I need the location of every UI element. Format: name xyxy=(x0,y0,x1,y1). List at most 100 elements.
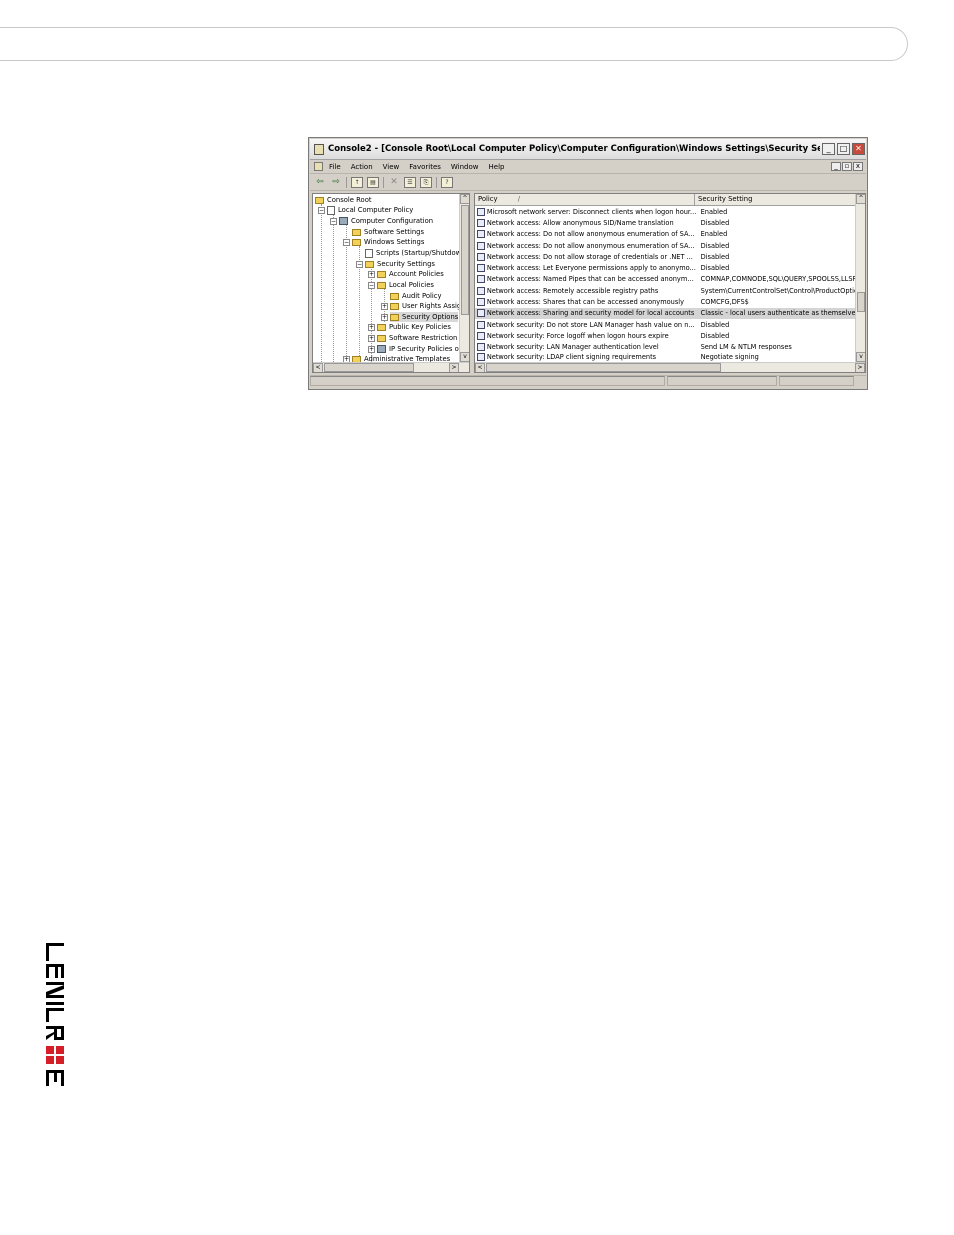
table-row[interactable]: Network access: Do not allow anonymous e… xyxy=(475,229,856,240)
expand-toggle[interactable]: + xyxy=(368,346,375,353)
table-row[interactable]: Network security: Force logoff when logo… xyxy=(475,330,856,341)
security-setting-value: Negotiate signing xyxy=(700,352,759,361)
console-tree-pane[interactable]: Console Root − Local Computer Policy − C… xyxy=(312,193,470,373)
export-list-icon[interactable]: ⎘ xyxy=(420,177,432,188)
menu-window[interactable]: Window xyxy=(451,163,479,171)
tree-node-local-policies[interactable]: Local Policies xyxy=(377,280,434,290)
collapse-toggle[interactable]: − xyxy=(330,218,337,225)
list-vertical-scrollbar[interactable]: ^ v xyxy=(855,194,865,362)
sort-indicator-icon: / xyxy=(517,195,521,203)
expand-toggle[interactable]: + xyxy=(381,314,388,321)
table-row[interactable]: Network access: Named Pipes that can be … xyxy=(475,274,856,285)
list-horizontal-scrollbar[interactable]: < > xyxy=(475,362,865,372)
up-folder-icon[interactable]: ↑ xyxy=(351,177,363,188)
tree-node-audit-policy[interactable]: Audit Policy xyxy=(390,291,442,301)
table-row[interactable]: Network access: Shares that can be acces… xyxy=(475,296,856,307)
table-row[interactable]: Microsoft network server: Disconnect cli… xyxy=(475,206,856,217)
scroll-thumb[interactable] xyxy=(324,363,414,372)
table-row[interactable]: Network access: Allow anonymous SID/Name… xyxy=(475,217,856,228)
policy-name: Network access: Let Everyone permissions… xyxy=(486,264,696,273)
security-setting-value: System\CurrentControlSet\Control\Product… xyxy=(700,286,856,295)
tree-guide-line xyxy=(333,214,334,364)
policy-list-pane[interactable]: Policy / Security Setting Microsoft netw… xyxy=(474,193,866,373)
tree-node-local-computer-policy[interactable]: Local Computer Policy xyxy=(327,205,413,215)
policy-icon xyxy=(477,320,485,329)
expand-toggle[interactable]: + xyxy=(368,271,375,278)
scroll-left-button[interactable]: < xyxy=(313,363,323,372)
collapse-toggle[interactable]: − xyxy=(368,282,375,289)
folder-icon xyxy=(377,323,386,331)
security-setting-value: Enabled xyxy=(700,207,728,216)
console-tree-icon[interactable]: ▤ xyxy=(367,177,379,188)
console-menu-icon[interactable] xyxy=(314,162,323,171)
list-header: Policy / Security Setting xyxy=(475,194,858,206)
back-icon[interactable]: ⇦ xyxy=(314,177,326,188)
menu-action[interactable]: Action xyxy=(351,163,373,171)
fortinet-logo xyxy=(46,943,64,1086)
tree-node-security-settings[interactable]: Security Settings xyxy=(365,259,435,269)
expand-toggle[interactable]: + xyxy=(368,335,375,342)
table-row-selected[interactable]: Network access: Sharing and security mod… xyxy=(475,307,856,319)
tree-vertical-scrollbar[interactable]: ^ v xyxy=(459,194,469,362)
tree-node-console-root[interactable]: Console Root xyxy=(315,195,372,205)
collapse-toggle[interactable]: − xyxy=(356,261,363,268)
toolbar: ⇦ ⇨ ↑ ▤ ✕ ☰ ⎘ ? xyxy=(310,175,866,191)
tree-node-software-restriction-policies[interactable]: Software Restriction Policies xyxy=(377,333,469,343)
collapse-toggle[interactable]: − xyxy=(343,239,350,246)
column-header-policy[interactable]: Policy / xyxy=(475,194,695,205)
tree-node-label: Computer Configuration xyxy=(351,217,434,225)
tree-horizontal-scrollbar[interactable]: < > xyxy=(313,362,469,372)
mmc-app-icon xyxy=(314,143,324,155)
scroll-thumb[interactable] xyxy=(461,205,469,315)
tree-node-public-key-policies[interactable]: Public Key Policies xyxy=(377,322,451,332)
scroll-left-button[interactable]: < xyxy=(475,363,485,372)
scroll-up-button[interactable]: ^ xyxy=(460,194,469,204)
collapse-toggle[interactable]: − xyxy=(318,207,325,214)
menu-view[interactable]: View xyxy=(383,163,400,171)
help-icon[interactable]: ? xyxy=(441,177,453,188)
delete-icon[interactable]: ✕ xyxy=(388,177,400,188)
status-bar xyxy=(310,375,866,388)
tree-node-account-policies[interactable]: Account Policies xyxy=(377,269,444,279)
tree-node-windows-settings[interactable]: Windows Settings xyxy=(352,237,424,247)
forward-icon[interactable]: ⇨ xyxy=(330,177,342,188)
menu-file[interactable]: File xyxy=(329,163,341,171)
table-row[interactable]: Network access: Do not allow anonymous e… xyxy=(475,240,856,251)
tree-node-ip-security-policies[interactable]: IP Security Policies on Local Computer xyxy=(377,344,469,354)
scroll-thumb[interactable] xyxy=(486,363,721,372)
menu-favorites[interactable]: Favorites xyxy=(409,163,441,171)
mdi-restore-button[interactable]: ▫ xyxy=(842,162,852,171)
expand-toggle[interactable]: + xyxy=(368,324,375,331)
folder-icon xyxy=(377,281,386,289)
scroll-down-button[interactable]: v xyxy=(856,352,865,362)
table-row[interactable]: Network security: LDAP client signing re… xyxy=(475,352,856,361)
close-button[interactable]: ✕ xyxy=(852,143,865,155)
column-header-security-setting[interactable]: Security Setting xyxy=(695,194,858,205)
table-row[interactable]: Network security: LAN Manager authentica… xyxy=(475,342,856,353)
scroll-right-button[interactable]: > xyxy=(449,363,459,372)
ipsec-icon xyxy=(377,345,386,353)
tree-node-security-options[interactable]: Security Options xyxy=(390,312,459,322)
tree-node-user-rights-assignment[interactable]: User Rights Assignment xyxy=(390,301,469,311)
menu-help[interactable]: Help xyxy=(489,163,505,171)
tree-node-computer-configuration[interactable]: Computer Configuration xyxy=(339,216,433,226)
scroll-thumb[interactable] xyxy=(857,292,865,312)
table-row[interactable]: Network access: Do not allow storage of … xyxy=(475,251,856,262)
mdi-close-button[interactable]: x xyxy=(853,162,863,171)
tree-node-software-settings[interactable]: Software Settings xyxy=(352,227,424,237)
table-row[interactable]: Network access: Let Everyone permissions… xyxy=(475,263,856,274)
table-row[interactable]: Network security: Do not store LAN Manag… xyxy=(475,319,856,330)
minimize-button[interactable]: _ xyxy=(822,143,835,155)
scroll-up-button[interactable]: ^ xyxy=(856,194,865,204)
policy-icon xyxy=(477,264,485,273)
scroll-down-button[interactable]: v xyxy=(460,352,469,362)
title-bar[interactable]: Console2 - [Console Root\Local Computer … xyxy=(310,139,866,160)
properties-icon[interactable]: ☰ xyxy=(404,177,416,188)
tree-node-scripts[interactable]: Scripts (Startup/Shutdown) xyxy=(365,248,468,258)
table-row[interactable]: Network access: Remotely accessible regi… xyxy=(475,285,856,296)
policy-name: Network access: Do not allow anonymous e… xyxy=(486,241,695,250)
expand-toggle[interactable]: + xyxy=(381,303,388,310)
mdi-minimize-button[interactable]: _ xyxy=(831,162,841,171)
maximize-button[interactable]: □ xyxy=(837,143,850,155)
scroll-right-button[interactable]: > xyxy=(855,363,865,372)
